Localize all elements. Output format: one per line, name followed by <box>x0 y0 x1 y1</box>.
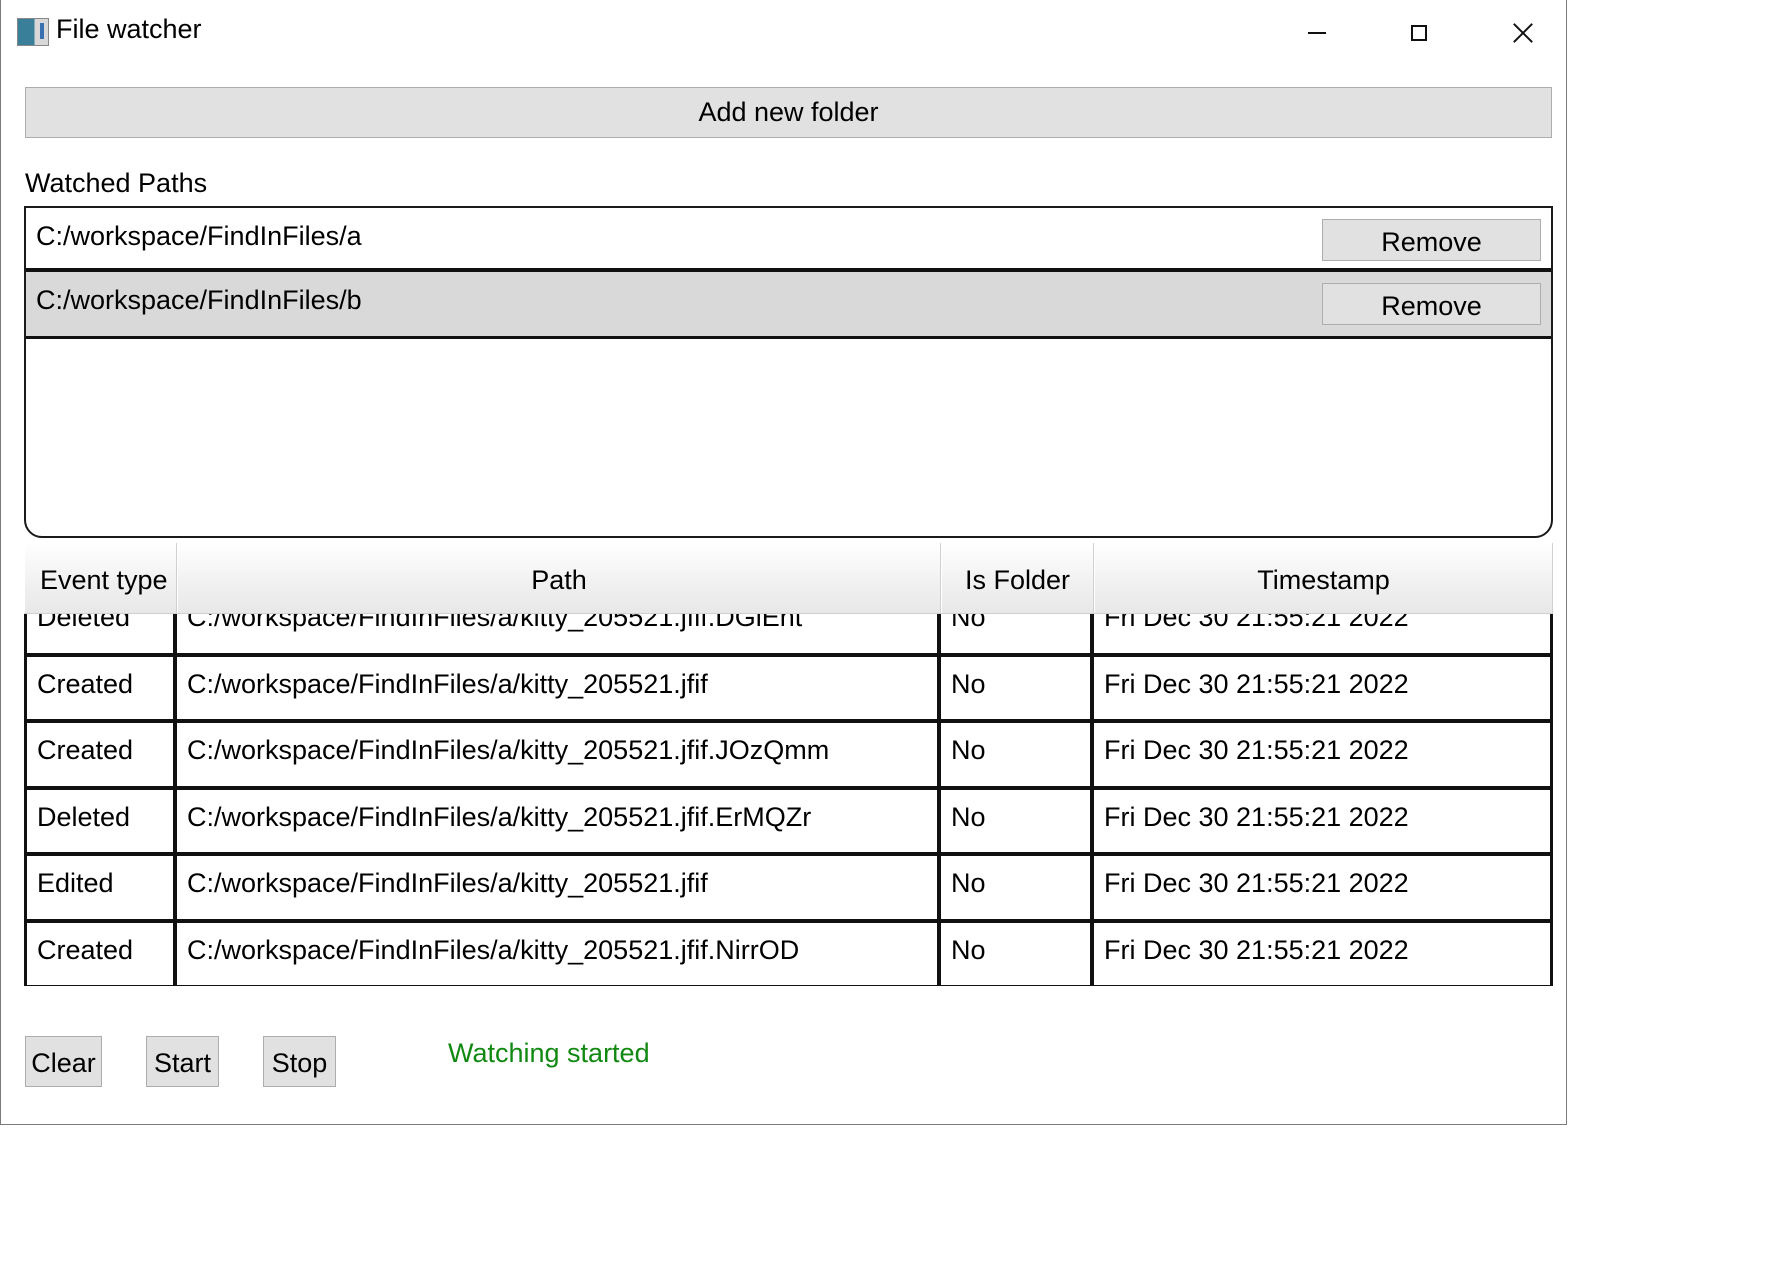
minimize-button[interactable] <box>1265 0 1369 66</box>
table-row[interactable]: Deleted C:/workspace/FindInFiles/a/kitty… <box>24 789 1553 856</box>
event-type-cell: Created <box>24 723 177 790</box>
path-cell: C:/workspace/FindInFiles/a/kitty_205521.… <box>177 656 941 723</box>
minimize-icon <box>1308 32 1326 34</box>
column-header-timestamp[interactable]: Timestamp <box>1094 543 1553 613</box>
column-header-is-folder[interactable]: Is Folder <box>941 543 1094 613</box>
window-title: File watcher <box>56 14 202 44</box>
watched-path-text: C:/workspace/FindInFiles/b <box>36 285 362 315</box>
event-type-cell: Created <box>24 922 177 986</box>
events-table[interactable]: Event type Path Is Folder Timestamp Dele… <box>24 543 1553 986</box>
watched-paths-label: Watched Paths <box>25 168 208 198</box>
timestamp-cell: Fri Dec 30 21:55:21 2022 <box>1094 922 1553 986</box>
event-type-cell: Deleted <box>24 789 177 856</box>
clear-button[interactable]: Clear <box>25 1036 102 1087</box>
close-icon <box>1512 22 1534 44</box>
app-icon <box>17 18 49 46</box>
is-folder-cell: No <box>941 856 1094 923</box>
is-folder-cell: No <box>941 789 1094 856</box>
is-folder-cell: No <box>941 656 1094 723</box>
watched-path-row[interactable]: C:/workspace/FindInFiles/a Remove <box>26 208 1551 272</box>
maximize-button[interactable] <box>1367 0 1471 66</box>
title-bar[interactable]: File watcher <box>1 0 1566 66</box>
path-cell: C:/workspace/FindInFiles/a/kitty_205521.… <box>177 856 941 923</box>
close-button[interactable] <box>1471 0 1566 66</box>
timestamp-cell: Fri Dec 30 21:55:21 2022 <box>1094 723 1553 790</box>
watched-path-text: C:/workspace/FindInFiles/a <box>36 221 362 251</box>
start-button[interactable]: Start <box>146 1036 219 1087</box>
timestamp-cell: Fri Dec 30 21:55:21 2022 <box>1094 789 1553 856</box>
event-type-cell: Created <box>24 656 177 723</box>
table-body: Deleted C:/workspace/FindInFiles/a/kitty… <box>24 590 1553 986</box>
is-folder-cell: No <box>941 922 1094 986</box>
remove-path-button[interactable]: Remove <box>1322 283 1541 325</box>
path-cell: C:/workspace/FindInFiles/a/kitty_205521.… <box>177 723 941 790</box>
file-watcher-window: File watcher Add new folder Watched Path… <box>0 0 1567 1125</box>
maximize-icon <box>1411 25 1427 41</box>
is-folder-cell: No <box>941 723 1094 790</box>
table-row[interactable]: Created C:/workspace/FindInFiles/a/kitty… <box>24 922 1553 986</box>
add-new-folder-button[interactable]: Add new folder <box>25 87 1552 138</box>
column-header-event-type[interactable]: Event type <box>24 543 177 613</box>
timestamp-cell: Fri Dec 30 21:55:21 2022 <box>1094 656 1553 723</box>
stop-button[interactable]: Stop <box>263 1036 336 1087</box>
path-cell: C:/workspace/FindInFiles/a/kitty_205521.… <box>177 789 941 856</box>
remove-path-button[interactable]: Remove <box>1322 219 1541 261</box>
table-header: Event type Path Is Folder Timestamp <box>24 543 1553 614</box>
timestamp-cell: Fri Dec 30 21:55:21 2022 <box>1094 856 1553 923</box>
table-row[interactable]: Created C:/workspace/FindInFiles/a/kitty… <box>24 723 1553 790</box>
watched-paths-list[interactable]: C:/workspace/FindInFiles/a Remove C:/wor… <box>24 206 1553 538</box>
watched-path-row-selected[interactable]: C:/workspace/FindInFiles/b Remove <box>26 272 1551 339</box>
path-cell: C:/workspace/FindInFiles/a/kitty_205521.… <box>177 922 941 986</box>
table-row[interactable]: Edited C:/workspace/FindInFiles/a/kitty_… <box>24 856 1553 923</box>
status-text: Watching started <box>448 1038 650 1068</box>
column-header-path[interactable]: Path <box>177 543 941 613</box>
table-row[interactable]: Created C:/workspace/FindInFiles/a/kitty… <box>24 656 1553 723</box>
event-type-cell: Edited <box>24 856 177 923</box>
